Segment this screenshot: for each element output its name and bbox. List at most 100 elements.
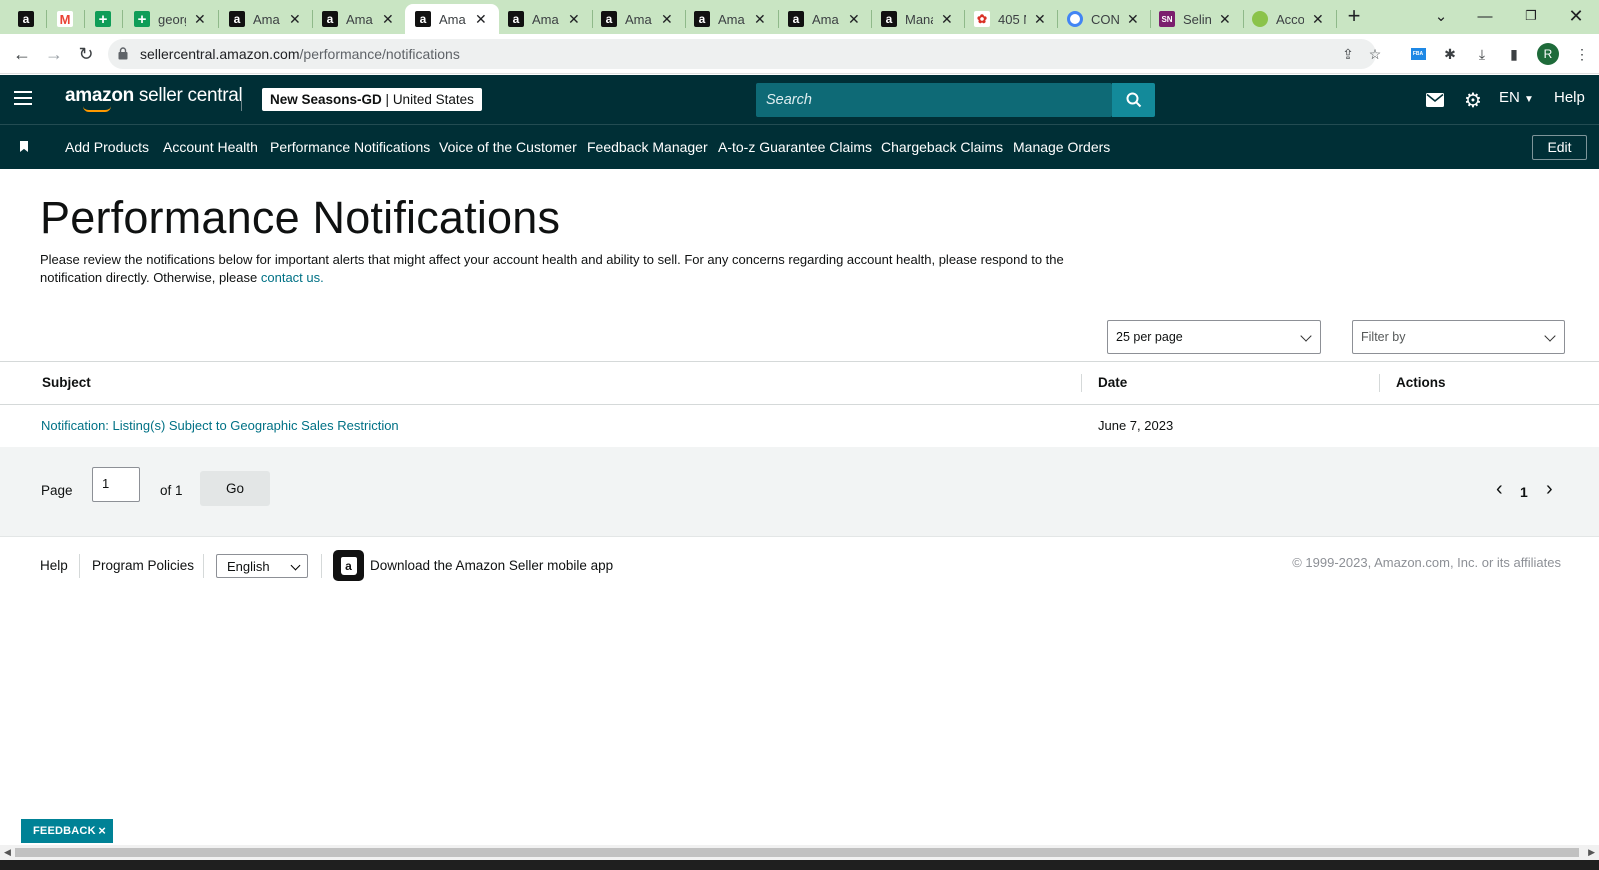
- tab-close-icon[interactable]: ✕: [1034, 11, 1046, 28]
- filter-placeholder: Filter by: [1361, 330, 1406, 344]
- back-arrow-icon[interactable]: ←: [8, 40, 36, 68]
- footer-help-link[interactable]: Help: [40, 558, 68, 573]
- star-icon[interactable]: ☆: [1365, 44, 1385, 64]
- tab-title: georg: [158, 11, 186, 27]
- side-panel-icon[interactable]: ▮: [1504, 44, 1524, 64]
- feedback-close-icon[interactable]: ×: [98, 819, 106, 843]
- tab-search-chevron-icon[interactable]: ⌄: [1418, 0, 1464, 32]
- nav-a-to-z-claims[interactable]: A-to-z Guarantee Claims: [718, 139, 872, 155]
- nav-add-products[interactable]: Add Products: [65, 139, 149, 155]
- profile-avatar[interactable]: R: [1537, 43, 1559, 65]
- footer-language-value: English: [227, 559, 270, 574]
- puzzle-extensions-icon[interactable]: ✱: [1440, 44, 1460, 64]
- restore-icon[interactable]: ❐: [1508, 0, 1554, 32]
- tab-close-icon[interactable]: ✕: [941, 11, 953, 28]
- header-divider: [241, 89, 242, 111]
- language-selector[interactable]: EN ▼: [1499, 89, 1534, 106]
- tab-title: Ama: [346, 11, 373, 27]
- tab[interactable]: + georg ✕: [134, 4, 214, 34]
- tab[interactable]: CONI ✕: [1067, 4, 1147, 34]
- tab-close-icon[interactable]: ✕: [382, 11, 394, 28]
- tab[interactable]: a Ama ✕: [788, 4, 868, 34]
- tab-separator: [592, 10, 593, 28]
- download-app-link[interactable]: Download the Amazon Seller mobile app: [370, 558, 613, 573]
- tab[interactable]: a: [18, 4, 40, 34]
- nav-manage-orders[interactable]: Manage Orders: [1013, 139, 1110, 155]
- tab[interactable]: a Ama ✕: [229, 4, 309, 34]
- tab-close-icon[interactable]: ✕: [754, 11, 766, 28]
- edit-nav-button[interactable]: Edit: [1532, 135, 1587, 160]
- scrollbar-thumb[interactable]: [15, 848, 1579, 857]
- copyright-text: © 1999-2023, Amazon.com, Inc. or its aff…: [1292, 555, 1561, 570]
- footer-language-select[interactable]: English: [216, 554, 308, 578]
- gear-icon[interactable]: ⚙: [1462, 89, 1484, 112]
- tab-close-icon[interactable]: ✕: [194, 11, 206, 28]
- tab[interactable]: a Ama ✕: [508, 4, 588, 34]
- minimize-icon[interactable]: —: [1462, 0, 1508, 32]
- feedback-button[interactable]: FEEDBACK ×: [21, 819, 113, 843]
- caret-down-icon: ▼: [1524, 94, 1534, 105]
- tab[interactable]: +: [95, 4, 117, 34]
- screen: a M + + georg ✕ a Ama ✕ a Ama ✕ a Ama: [0, 0, 1599, 870]
- filter-by-select[interactable]: Filter by: [1352, 320, 1565, 354]
- search-button[interactable]: [1112, 83, 1155, 117]
- browser-menu-icon[interactable]: ⋮: [1572, 44, 1592, 64]
- help-link[interactable]: Help: [1554, 89, 1585, 106]
- page-number-input[interactable]: 1: [92, 467, 140, 502]
- tab[interactable]: SN Selin ✕: [1159, 4, 1239, 34]
- tab[interactable]: ✿ 405 N ✕: [974, 4, 1054, 34]
- mail-icon[interactable]: [1424, 89, 1446, 111]
- tab[interactable]: M: [57, 4, 79, 34]
- nav-account-health[interactable]: Account Health: [163, 139, 258, 155]
- tab[interactable]: a Ama ✕: [601, 4, 681, 34]
- chevron-down-icon: [290, 560, 301, 571]
- prev-page-icon[interactable]: ‹: [1496, 478, 1503, 501]
- gmail-favicon-icon: M: [57, 11, 73, 27]
- program-policies-link[interactable]: Program Policies: [92, 558, 194, 573]
- notification-subject-link[interactable]: Notification: Listing(s) Subject to Geog…: [41, 418, 399, 433]
- scroll-right-icon[interactable]: ▶: [1588, 847, 1595, 858]
- tab-close-icon[interactable]: ✕: [1219, 11, 1231, 28]
- reload-icon[interactable]: ↻: [72, 40, 100, 68]
- tab[interactable]: a Ama ✕: [694, 4, 774, 34]
- tab-close-icon[interactable]: ✕: [289, 11, 301, 28]
- tab-close-icon[interactable]: ✕: [661, 11, 673, 28]
- contact-us-link[interactable]: contact us.: [261, 270, 324, 285]
- tab[interactable]: a Ama ✕: [322, 4, 402, 34]
- go-button[interactable]: Go: [200, 471, 270, 506]
- nav-performance-notifications[interactable]: Performance Notifications: [270, 139, 430, 155]
- tab-active[interactable]: a Ama ✕: [405, 4, 499, 34]
- tab-close-icon[interactable]: ✕: [1312, 11, 1324, 28]
- current-page[interactable]: 1: [1520, 484, 1528, 500]
- account-switcher[interactable]: New Seasons-GD | United States: [262, 88, 482, 111]
- forward-arrow-icon[interactable]: →: [40, 40, 68, 68]
- fba-extension-icon[interactable]: FBA: [1408, 44, 1428, 64]
- os-taskbar: [0, 860, 1599, 870]
- next-page-icon[interactable]: ›: [1546, 478, 1553, 501]
- horizontal-scrollbar[interactable]: ◀ ▶: [0, 845, 1599, 860]
- new-tab-button[interactable]: +: [1331, 0, 1377, 32]
- window-close-icon[interactable]: ✕: [1553, 0, 1599, 32]
- scroll-left-icon[interactable]: ◀: [4, 847, 11, 858]
- search-input[interactable]: Search: [756, 83, 1112, 117]
- tab[interactable]: Acco ✕: [1252, 4, 1332, 34]
- download-icon[interactable]: ⤓: [1472, 44, 1492, 64]
- tab[interactable]: a Mana ✕: [881, 4, 961, 34]
- amazon-seller-app-icon[interactable]: a: [333, 550, 364, 581]
- intro-body: Please review the notifications below fo…: [40, 252, 1064, 285]
- tab-close-icon[interactable]: ✕: [1127, 11, 1139, 28]
- nav-voice-of-the-customer[interactable]: Voice of the Customer: [439, 139, 577, 155]
- bookmark-icon[interactable]: [20, 141, 28, 152]
- hamburger-menu-icon[interactable]: [14, 91, 32, 105]
- per-page-select[interactable]: 25 per page: [1107, 320, 1321, 354]
- address-bar[interactable]: sellercentral.amazon.com/performance/not…: [108, 39, 1381, 69]
- footer-divider: [79, 554, 80, 578]
- nav-chargeback-claims[interactable]: Chargeback Claims: [881, 139, 1003, 155]
- tab-close-icon[interactable]: ✕: [848, 11, 860, 28]
- nav-feedback-manager[interactable]: Feedback Manager: [587, 139, 708, 155]
- tab-close-icon[interactable]: ✕: [568, 11, 580, 28]
- seller-central-logo[interactable]: amazon seller central: [65, 85, 243, 112]
- seller-central-header: amazon seller central New Seasons-GD | U…: [0, 75, 1599, 124]
- tab-close-icon[interactable]: ✕: [475, 11, 487, 28]
- share-icon[interactable]: ⇪: [1338, 44, 1358, 64]
